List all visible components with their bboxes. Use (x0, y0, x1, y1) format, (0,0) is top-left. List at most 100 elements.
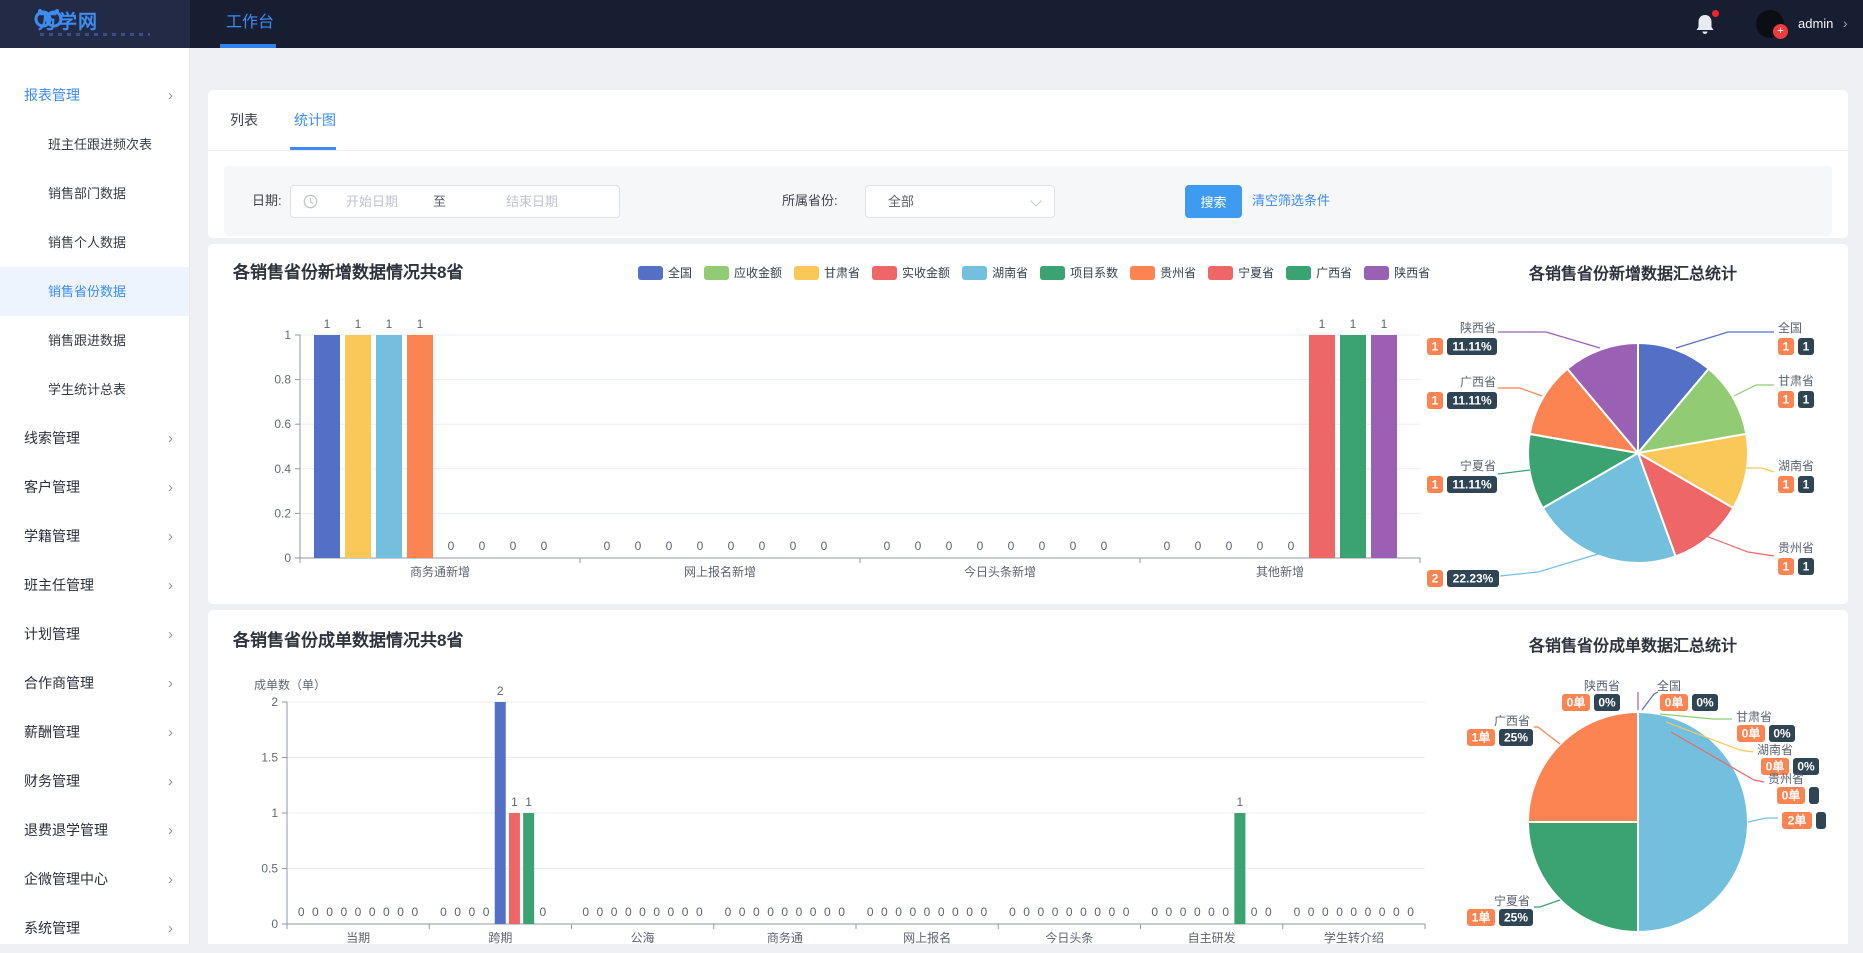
legend-item-陕西省[interactable]: 陕西省 (1364, 264, 1430, 281)
user-menu-chevron-icon[interactable]: › (1843, 0, 1848, 48)
sidebar-item-薪酬管理[interactable]: 薪酬管理› (0, 708, 189, 757)
zero-label: 0 (653, 905, 660, 919)
legend-item-实收金额[interactable]: 实收金额 (872, 264, 950, 281)
sidebar-item-销售个人数据[interactable]: 销售个人数据 (0, 218, 189, 267)
legend-item-应收金额[interactable]: 应收金额 (704, 264, 782, 281)
bar-甘肃省[interactable] (345, 335, 371, 558)
username[interactable]: admin (1798, 0, 1833, 48)
province-select[interactable]: 全部 (865, 185, 1055, 218)
notification-bell-icon[interactable] (1694, 12, 1720, 38)
sidebar-item-退费退学管理[interactable]: 退费退学管理› (0, 806, 189, 855)
bar-value[interactable] (509, 813, 520, 924)
sidebar-item-财务管理[interactable]: 财务管理› (0, 757, 189, 806)
sidebar-item-学生统计总表[interactable]: 学生统计总表 (0, 365, 189, 414)
sidebar-item-系统管理[interactable]: 系统管理› (0, 904, 189, 953)
sidebar-item-客户管理[interactable]: 客户管理› (0, 463, 189, 512)
pie-slice-广西省[interactable] (1528, 712, 1638, 822)
y-tick-label: 0.5 (261, 862, 278, 876)
legend-item-宁夏省[interactable]: 宁夏省 (1208, 264, 1274, 281)
sidebar-item-销售跟进数据[interactable]: 销售跟进数据 (0, 316, 189, 365)
zero-label: 0 (312, 905, 319, 919)
pie-slice-宁夏省[interactable] (1528, 822, 1638, 932)
pie-label-pct: 25% (1504, 911, 1528, 925)
zero-label: 0 (448, 539, 455, 553)
bar-宁夏省[interactable] (1309, 335, 1335, 558)
pie-label-value: 1单 (1472, 730, 1491, 745)
nav-item-workbench[interactable]: 工作台 (218, 0, 282, 48)
sidebar-item-班主任跟进频次表[interactable]: 班主任跟进频次表 (0, 120, 189, 169)
y-tick-label: 1.5 (261, 751, 278, 765)
x-category-label: 商务通新增 (410, 564, 470, 579)
view-tab-list[interactable]: 列表 (230, 90, 258, 150)
view-tab-chart[interactable]: 统计图 (294, 90, 336, 150)
sidebar-item-班主任管理[interactable]: 班主任管理› (0, 561, 189, 610)
bar-value-label: 2 (497, 684, 504, 698)
pie-label-value: 2单 (1788, 813, 1807, 828)
pie-label-value: 1 (1783, 560, 1790, 574)
legend-label: 项目系数 (1070, 264, 1118, 281)
sidebar-item-企微管理中心[interactable]: 企微管理中心› (0, 855, 189, 904)
zero-label: 0 (767, 905, 774, 919)
sidebar-item-label: 学生统计总表 (48, 382, 126, 397)
zero-label: 0 (938, 905, 945, 919)
pie-label-leader (1748, 818, 1778, 822)
zero-label: 0 (884, 539, 891, 553)
zero-label: 0 (1180, 905, 1187, 919)
date-range-input[interactable]: 开始日期 至 结束日期 (290, 185, 620, 218)
zero-label: 0 (1066, 905, 1073, 919)
chevron-right-icon: › (168, 512, 173, 561)
zero-label: 0 (326, 905, 333, 919)
sidebar-item-报表管理[interactable]: 报表管理› (0, 71, 189, 120)
province-label: 所属省份: (782, 166, 838, 236)
bar-贵州省[interactable] (407, 335, 433, 558)
legend-item-广西省[interactable]: 广西省 (1286, 264, 1352, 281)
app-header: 万学网 工作台 + admin › (0, 0, 1863, 48)
zero-label: 0 (1257, 539, 1264, 553)
legend-item-全国[interactable]: 全国 (638, 264, 692, 281)
legend-swatch (1286, 266, 1311, 280)
zero-label: 0 (739, 905, 746, 919)
bar-value[interactable] (1234, 813, 1245, 924)
sidebar-item-销售部门数据[interactable]: 销售部门数据 (0, 169, 189, 218)
zero-label: 0 (759, 539, 766, 553)
bar-全国[interactable] (314, 335, 340, 558)
x-category-label: 当期 (346, 931, 370, 944)
zero-label: 0 (1336, 905, 1343, 919)
date-label: 日期: (252, 166, 282, 236)
sidebar-item-线索管理[interactable]: 线索管理› (0, 414, 189, 463)
sidebar-item-计划管理[interactable]: 计划管理› (0, 610, 189, 659)
sidebar-item-label: 报表管理 (24, 87, 80, 103)
legend-item-湖南省[interactable]: 湖南省 (962, 264, 1028, 281)
legend-item-甘肃省[interactable]: 甘肃省 (794, 264, 860, 281)
bar-湖南省[interactable] (376, 335, 402, 558)
y-tick-label: 0 (284, 551, 291, 565)
search-button[interactable]: 搜索 (1185, 185, 1242, 218)
sidebar-item-合作商管理[interactable]: 合作商管理› (0, 659, 189, 708)
zero-label: 0 (1308, 905, 1315, 919)
pie-label-leader (1734, 385, 1774, 396)
zero-label: 0 (611, 905, 618, 919)
sidebar-item-label: 销售个人数据 (48, 235, 126, 250)
legend-item-贵州省[interactable]: 贵州省 (1130, 264, 1196, 281)
start-date-placeholder[interactable]: 开始日期 (346, 186, 398, 217)
bar-广西省[interactable] (1340, 335, 1366, 558)
pie-label-name: 陕西省 (1584, 678, 1620, 693)
clear-filters-link[interactable]: 清空筛选条件 (1252, 166, 1330, 236)
x-category-label: 今日头条 (1045, 930, 1093, 944)
bar-value[interactable] (523, 813, 534, 924)
sidebar-item-label: 薪酬管理 (24, 724, 80, 740)
bar-陕西省[interactable] (1371, 335, 1397, 558)
pie-label-pct: 0% (1598, 696, 1616, 710)
zero-label: 0 (1164, 539, 1171, 553)
end-date-placeholder[interactable]: 结束日期 (506, 186, 558, 217)
pie-label-name: 湖南省 (1778, 458, 1814, 473)
bar-value[interactable] (495, 702, 506, 924)
sidebar-item-销售省份数据[interactable]: 销售省份数据 (0, 267, 189, 316)
bar-value-label: 1 (1381, 317, 1388, 331)
legend-item-项目系数[interactable]: 项目系数 (1040, 264, 1118, 281)
bar-value-label: 1 (525, 795, 532, 809)
zero-label: 0 (1350, 905, 1357, 919)
pie-label-leader (1500, 554, 1598, 576)
sidebar-item-学籍管理[interactable]: 学籍管理› (0, 512, 189, 561)
pie-label-pct: 11.11% (1452, 478, 1492, 492)
